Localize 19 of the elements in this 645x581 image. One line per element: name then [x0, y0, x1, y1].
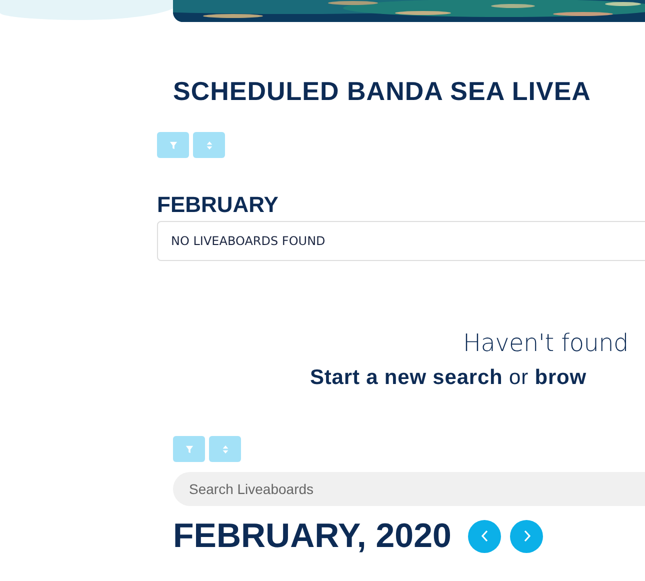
chevron-right-icon	[522, 530, 531, 542]
sort-icon	[220, 444, 230, 454]
month-heading: FEBRUARY, 2020	[173, 516, 452, 556]
filter-button[interactable]	[173, 436, 205, 462]
previous-button[interactable]	[468, 520, 502, 552]
filter-icon	[168, 140, 178, 150]
prompt-question: Haven't found	[463, 329, 630, 357]
sort-button[interactable]	[209, 436, 241, 462]
next-button[interactable]	[510, 520, 544, 552]
sort-icon	[204, 140, 214, 150]
month-heading: FEBRUARY	[157, 192, 280, 218]
prompt-actions: Start a new search or brow	[310, 365, 588, 391]
chevron-left-icon	[480, 530, 489, 542]
sort-button[interactable]	[193, 132, 225, 158]
empty-message: NO LIVEABOARDS FOUND	[171, 234, 326, 248]
search-field[interactable]: Search Liveaboards	[173, 472, 645, 506]
filter-icon	[184, 444, 194, 454]
filter-button[interactable]	[157, 132, 189, 158]
page-title: SCHEDULED BANDA SEA LIVEA	[173, 75, 592, 108]
